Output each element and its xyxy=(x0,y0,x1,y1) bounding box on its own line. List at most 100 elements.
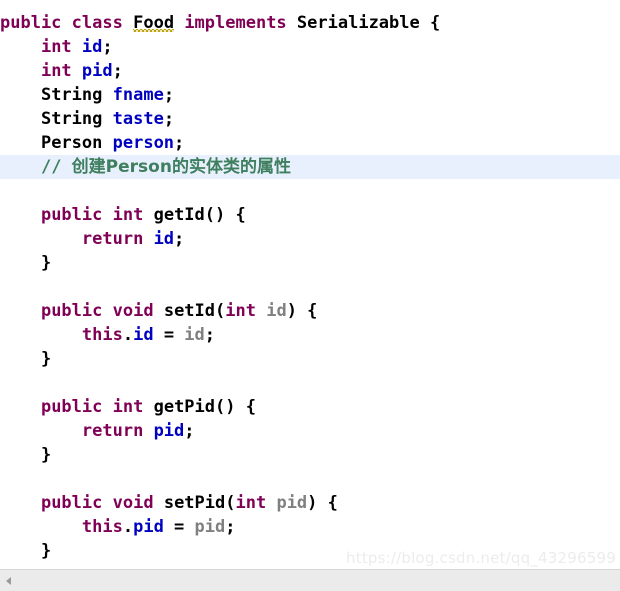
code-line[interactable]: String fname; xyxy=(0,83,620,107)
code-token: ; xyxy=(184,421,195,441)
code-token: setId( xyxy=(163,301,226,321)
code-token: int xyxy=(112,205,144,225)
code-token: . xyxy=(122,517,134,537)
code-token: } xyxy=(0,253,52,273)
code-token: ; xyxy=(102,37,113,57)
code-token: void xyxy=(112,493,154,513)
code-line[interactable]: return pid; xyxy=(0,419,620,443)
code-token: 创建Person的实体类的属性 xyxy=(71,157,291,177)
code-token: Serializable { xyxy=(296,13,441,33)
code-token: class xyxy=(71,13,123,33)
code-token: public xyxy=(40,205,103,225)
code-line[interactable]: // 创建Person的实体类的属性 xyxy=(0,155,620,179)
code-lines-container: public class Food implements Serializabl… xyxy=(0,11,620,563)
code-token: Food xyxy=(133,13,175,33)
code-line[interactable]: } xyxy=(0,443,620,467)
code-line[interactable]: } xyxy=(0,251,620,275)
code-token: ) { xyxy=(286,301,318,321)
code-line[interactable]: String taste; xyxy=(0,107,620,131)
code-line[interactable]: int id; xyxy=(0,35,620,59)
code-token: int xyxy=(40,61,72,81)
code-token: id xyxy=(153,229,175,249)
code-line[interactable]: public class Food implements Serializabl… xyxy=(0,11,620,35)
code-line[interactable]: int pid; xyxy=(0,59,620,83)
code-token: void xyxy=(112,301,154,321)
code-token: getId() { xyxy=(153,205,246,225)
code-token: setPid( xyxy=(163,493,236,513)
code-token: public xyxy=(0,13,62,33)
code-line[interactable] xyxy=(0,371,620,395)
code-token: public xyxy=(40,397,103,417)
code-token: int xyxy=(235,493,267,513)
code-line[interactable]: } xyxy=(0,539,620,563)
code-token: id xyxy=(266,301,287,321)
code-token: taste xyxy=(112,109,164,129)
code-line[interactable]: this.id = id; xyxy=(0,323,620,347)
code-token: ; xyxy=(163,109,175,129)
code-token: public xyxy=(40,493,103,513)
code-line[interactable] xyxy=(0,179,620,203)
code-line[interactable]: Person person; xyxy=(0,131,620,155)
code-line[interactable]: this.pid = pid; xyxy=(0,515,620,539)
code-token: = xyxy=(163,517,195,537)
code-token: // xyxy=(40,157,72,177)
code-token: pid xyxy=(81,61,113,81)
code-token: = xyxy=(153,325,185,345)
code-line[interactable] xyxy=(0,467,620,491)
code-line[interactable]: public void setPid(int pid) { xyxy=(0,491,620,515)
code-token: . xyxy=(122,325,134,345)
code-editor-window: public class Food implements Serializabl… xyxy=(0,0,620,591)
code-token: return xyxy=(81,229,144,249)
code-token: ; xyxy=(204,325,216,345)
code-token: public xyxy=(40,301,103,321)
code-token: int xyxy=(225,301,256,321)
code-line[interactable]: } xyxy=(0,347,620,371)
code-line[interactable]: return id; xyxy=(0,227,620,251)
code-editor-text-area[interactable]: public class Food implements Serializabl… xyxy=(0,0,620,569)
code-token: fname xyxy=(112,85,164,105)
code-line[interactable]: public int getPid() { xyxy=(0,395,620,419)
code-token: ; xyxy=(112,61,123,81)
code-line[interactable]: public void setId(int id) { xyxy=(0,299,620,323)
code-token: int xyxy=(112,397,144,417)
code-token: String xyxy=(40,85,103,105)
code-token: } xyxy=(0,445,52,465)
horizontal-scrollbar[interactable] xyxy=(0,569,620,591)
code-token: getPid() { xyxy=(153,397,256,417)
code-line[interactable]: public int getId() { xyxy=(0,203,620,227)
code-token: ; xyxy=(174,229,185,249)
code-token: ; xyxy=(174,133,185,153)
triangle-left-icon[interactable] xyxy=(0,570,16,591)
code-token: String xyxy=(40,109,103,129)
code-line[interactable] xyxy=(0,275,620,299)
code-token: this xyxy=(81,517,123,537)
code-token: Person xyxy=(40,133,103,153)
code-token: } xyxy=(0,541,52,561)
code-token: pid xyxy=(133,517,164,537)
code-token: ; xyxy=(163,85,175,105)
